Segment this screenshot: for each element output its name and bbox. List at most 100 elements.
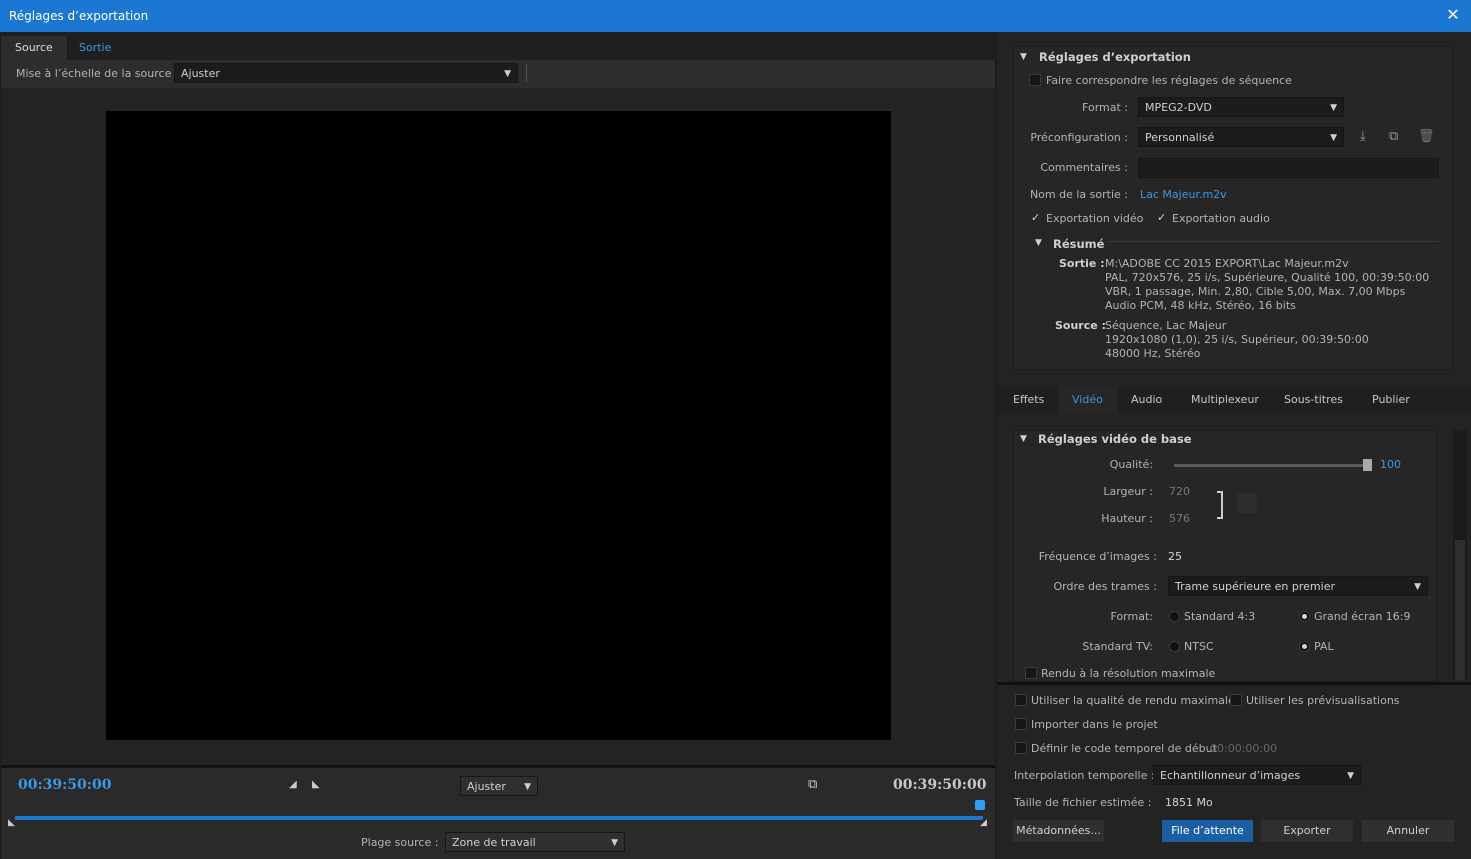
chevron-down-icon: ▼: [1347, 771, 1354, 781]
export-video-checkbox[interactable]: ✓: [1031, 211, 1040, 224]
divider: [997, 682, 1471, 685]
settings-panel: ▼ Réglages d’exportation Faire correspon…: [997, 32, 1471, 859]
quality-slider-thumb[interactable]: [1363, 459, 1372, 471]
import-project-checkbox[interactable]: [1015, 718, 1027, 733]
aspect-widescreen-radio[interactable]: [1299, 611, 1310, 625]
save-preset-icon[interactable]: ⤓: [1360, 129, 1366, 144]
chevron-down-icon: ▼: [1330, 103, 1337, 113]
range-label: Plage source :: [361, 836, 439, 849]
tv-pal-radio[interactable]: [1299, 641, 1310, 655]
tab-output[interactable]: Sortie: [65, 36, 125, 60]
aspect-correction-icon[interactable]: ⧉: [808, 777, 817, 792]
size-label: Taille de fichier estimée :: [1014, 796, 1152, 809]
max-render-checkbox[interactable]: [1025, 667, 1037, 682]
scale-dropdown[interactable]: Ajuster ▼: [174, 63, 518, 83]
tab-source[interactable]: Source: [1, 36, 67, 60]
summary-source-lines: Séquence, Lac Majeur 1920x1080 (1,0), 25…: [1105, 319, 1369, 360]
basic-video-header: Réglages vidéo de base: [1038, 432, 1192, 446]
collapse-triangle-icon[interactable]: ▼: [1020, 52, 1027, 62]
scale-value: Ajuster: [181, 67, 220, 80]
link-bracket-icon: [1217, 491, 1223, 519]
video-viewer[interactable]: [106, 111, 891, 740]
cancel-button[interactable]: Annuler: [1362, 820, 1454, 842]
fit-dropdown[interactable]: Ajuster ▼: [460, 776, 538, 796]
scale-label: Mise à l’échelle de la source :: [16, 67, 179, 80]
range-dropdown[interactable]: Zone de travail ▼: [445, 832, 625, 852]
size-value: 1851 Mo: [1165, 796, 1213, 809]
video-collapse-triangle-icon[interactable]: ▼: [1020, 434, 1027, 444]
tv-ntsc-label: NTSC: [1184, 640, 1214, 653]
field-order-label: Ordre des trames :: [1053, 580, 1158, 593]
queue-button[interactable]: File d’attente: [1162, 820, 1253, 842]
tab-effects[interactable]: Effets: [999, 386, 1058, 414]
source-output-tabs: Source Sortie: [1, 32, 995, 60]
chevron-down-icon: ▼: [611, 838, 618, 848]
export-video-label: Exportation vidéo: [1046, 212, 1144, 225]
aspect-standard-radio[interactable]: [1169, 611, 1180, 625]
summary-output-label: Sortie :: [1059, 257, 1105, 270]
match-sequence-checkbox[interactable]: [1029, 74, 1041, 89]
tab-publish[interactable]: Publier: [1358, 386, 1424, 414]
output-name-link[interactable]: Lac Majeur.m2v: [1140, 188, 1227, 201]
use-previews-checkbox[interactable]: [1230, 694, 1242, 709]
format-value: MPEG2-DVD: [1145, 101, 1212, 114]
start-timecode-value[interactable]: 00:00:00:00: [1210, 742, 1277, 755]
fit-value: Ajuster: [467, 780, 506, 793]
fps-value[interactable]: 25: [1168, 550, 1182, 563]
aspect-widescreen-label: Grand écran 16:9: [1314, 610, 1411, 623]
divider: [526, 64, 527, 82]
mark-out-icon[interactable]: ◣: [312, 779, 320, 790]
comments-field[interactable]: [1138, 158, 1439, 178]
preset-dropdown[interactable]: Personnalisé ▼: [1138, 127, 1344, 147]
chevron-down-icon: ▼: [1330, 133, 1337, 143]
max-quality-label: Utiliser la qualité de rendu maximale: [1031, 694, 1235, 707]
close-icon[interactable]: ✕: [1443, 5, 1463, 24]
timeline-track[interactable]: [15, 816, 983, 820]
max-render-label: Rendu à la résolution maximale: [1041, 667, 1216, 680]
chevron-down-icon: ▼: [524, 782, 531, 792]
import-preset-icon[interactable]: ⧉: [1389, 129, 1398, 144]
width-value[interactable]: 720: [1169, 485, 1190, 498]
format-label: Format :: [1082, 101, 1128, 114]
aspect-label: Format:: [1110, 610, 1153, 623]
export-button[interactable]: Exporter: [1261, 820, 1353, 842]
format-dropdown[interactable]: MPEG2-DVD ▼: [1138, 97, 1344, 117]
tv-ntsc-radio[interactable]: [1169, 641, 1180, 655]
set-timecode-checkbox[interactable]: [1015, 742, 1027, 757]
timeline-area: 00:39:50:00 ◢ ◣ Ajuster ▼ ⧉ 00:39:50:00 …: [1, 765, 995, 859]
delete-preset-icon[interactable]: 🗑: [1418, 129, 1435, 144]
range-start-handle[interactable]: ◣: [8, 818, 15, 828]
timecode-start[interactable]: 00:39:50:00: [18, 777, 111, 793]
metadata-button[interactable]: Métadonnées...: [1013, 820, 1104, 842]
tab-captions[interactable]: Sous-titres: [1270, 386, 1357, 414]
field-order-dropdown[interactable]: Trame supérieure en premier ▼: [1168, 576, 1428, 596]
window-title: Réglages d’exportation: [9, 9, 149, 23]
match-sequence-label: Faire correspondre les réglages de séque…: [1046, 74, 1292, 87]
timecode-end: 00:39:50:00: [893, 777, 987, 793]
max-quality-checkbox[interactable]: [1015, 694, 1027, 709]
width-label: Largeur :: [1103, 485, 1153, 498]
summary-header: Résumé: [1053, 237, 1105, 251]
height-value[interactable]: 576: [1169, 512, 1190, 525]
scrollbar-thumb[interactable]: [1455, 540, 1465, 680]
quality-value[interactable]: 100: [1380, 458, 1401, 471]
tab-video[interactable]: Vidéo: [1058, 386, 1117, 414]
settings-scrollbar[interactable]: [1453, 430, 1467, 680]
summary-triangle-icon[interactable]: ▼: [1035, 238, 1042, 248]
title-bar: Réglages d’exportation ✕: [0, 0, 1471, 32]
set-timecode-label: Définir le code temporel de début: [1031, 742, 1217, 755]
tab-audio[interactable]: Audio: [1117, 386, 1176, 414]
mark-in-icon[interactable]: ◢: [289, 779, 297, 790]
interp-label: Interpolation temporelle :: [1014, 769, 1155, 782]
export-audio-checkbox[interactable]: ✓: [1157, 211, 1166, 224]
range-value: Zone de travail: [452, 836, 536, 849]
summary-source-label: Source :: [1055, 319, 1106, 332]
interp-dropdown[interactable]: Echantillonneur d’images ▼: [1153, 765, 1361, 785]
range-end-handle[interactable]: ◢: [980, 818, 987, 828]
export-settings-header: Réglages d’exportation: [1039, 50, 1191, 64]
tab-multiplexer[interactable]: Multiplexeur: [1177, 386, 1273, 414]
chain-link-icon[interactable]: [1237, 493, 1257, 513]
quality-slider[interactable]: [1174, 464, 1368, 467]
quality-label: Qualité:: [1109, 458, 1153, 471]
playhead-handle[interactable]: [975, 800, 985, 810]
